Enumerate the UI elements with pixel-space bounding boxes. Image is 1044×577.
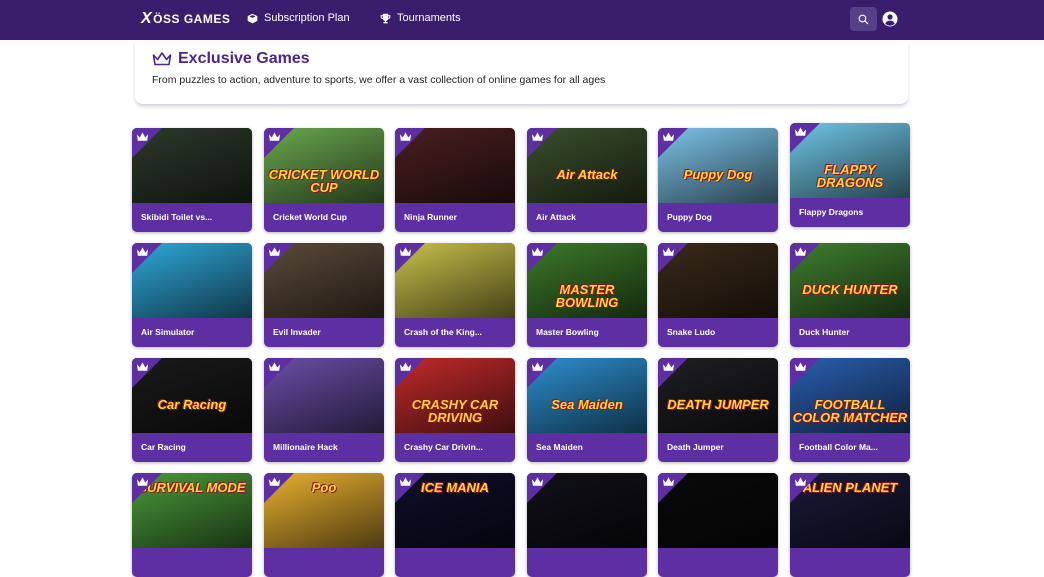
game-thumbnail-title: CRASHY CAR DRIVING <box>411 397 499 425</box>
game-card[interactable]: Evil Invader <box>264 243 384 347</box>
game-card[interactable]: DEATH JUMPER Death Jumper <box>658 358 778 462</box>
game-card[interactable]: MASTER BOWLING Master Bowling <box>527 243 647 347</box>
crown-icon <box>399 362 412 371</box>
game-thumbnail-title: DEATH JUMPER <box>667 397 769 412</box>
game-card[interactable]: CRASHY CAR DRIVING Crashy Car Drivin... <box>395 358 515 462</box>
crown-icon <box>136 132 149 141</box>
game-card[interactable]: ALIEN PLANET <box>790 473 910 577</box>
game-thumbnail-title: FOOTBALL COLOR MATCHER <box>792 397 908 425</box>
game-card[interactable]: Millionaire Hack <box>264 358 384 462</box>
crown-icon <box>136 247 149 256</box>
game-thumbnail-title: Sea Maiden <box>551 397 623 412</box>
game-thumbnail-title: DUCK HUNTER <box>802 282 898 297</box>
game-title: Puppy Dog <box>667 212 712 222</box>
game-card[interactable]: DUCK HUNTER Duck Hunter <box>790 243 910 347</box>
game-title: Flappy Dragons <box>799 207 864 217</box>
game-card[interactable]: ICE MANIA <box>395 473 515 577</box>
crown-icon <box>662 362 675 371</box>
crown-icon <box>794 127 807 136</box>
game-card[interactable]: Air Attack Air Attack <box>527 128 647 232</box>
crown-icon <box>399 477 412 486</box>
game-title: Football Color Ma... <box>799 442 878 452</box>
game-title: Air Attack <box>536 212 576 222</box>
game-title: Snake Ludo <box>667 327 716 337</box>
crown-icon <box>531 247 544 256</box>
game-card[interactable]: Snake Ludo <box>658 243 778 347</box>
crown-icon <box>268 477 281 486</box>
game-title: Evil Invader <box>273 327 321 337</box>
game-title: Millionaire Hack <box>273 442 338 452</box>
game-card[interactable]: Poo <box>264 473 384 577</box>
crown-icon <box>531 132 544 141</box>
crown-icon <box>662 477 675 486</box>
games-grid: Skibidi Toilet vs... CRICKET WORLD CUP Cri… <box>0 0 1044 577</box>
game-card[interactable]: Air Simulator <box>132 243 252 347</box>
game-title: Car Racing <box>141 442 186 452</box>
crown-icon <box>268 362 281 371</box>
game-title: Master Bowling <box>536 327 599 337</box>
game-title: Skibidi Toilet vs... <box>141 212 213 222</box>
game-card[interactable]: Ninja Runner <box>395 128 515 232</box>
crown-icon <box>399 247 412 256</box>
game-card[interactable]: Crash of the King... <box>395 243 515 347</box>
game-title: Duck Hunter <box>799 327 850 337</box>
game-card[interactable]: SURVIVAL MODE <box>132 473 252 577</box>
game-thumbnail-title: FLAPPY DRAGONS <box>816 162 884 190</box>
crown-icon <box>531 477 544 486</box>
game-thumbnail-title: Car Racing <box>157 397 227 412</box>
game-card[interactable]: Car Racing Car Racing <box>132 358 252 462</box>
crown-icon <box>136 477 149 486</box>
game-thumbnail-title: MASTER BOWLING <box>555 282 619 310</box>
game-card[interactable]: Puppy Dog Puppy Dog <box>658 128 778 232</box>
crown-icon <box>794 362 807 371</box>
game-card[interactable]: FOOTBALL COLOR MATCHER Football Color Ma.… <box>790 358 910 462</box>
game-card[interactable]: Sea Maiden Sea Maiden <box>527 358 647 462</box>
crown-icon <box>268 132 281 141</box>
crown-icon <box>662 132 675 141</box>
crown-icon <box>268 247 281 256</box>
game-thumbnail-title: Air Attack <box>556 167 618 182</box>
game-title: Sea Maiden <box>536 442 583 452</box>
game-card[interactable]: CRICKET WORLD CUP Cricket World Cup <box>264 128 384 232</box>
game-thumbnail-title: CRICKET WORLD CUP <box>268 167 380 195</box>
game-title: Cricket World Cup <box>273 212 347 222</box>
game-title: Air Simulator <box>141 327 195 337</box>
game-title: Death Jumper <box>667 442 724 452</box>
crown-icon <box>531 362 544 371</box>
game-title: Crashy Car Drivin... <box>404 442 483 452</box>
crown-icon <box>794 247 807 256</box>
game-card[interactable]: Skibidi Toilet vs... <box>132 128 252 232</box>
crown-icon <box>662 247 675 256</box>
crown-icon <box>136 362 149 371</box>
game-title: Ninja Runner <box>404 212 457 222</box>
game-thumbnail-title: Puppy Dog <box>683 167 753 182</box>
game-title: Crash of the King... <box>404 327 482 337</box>
crown-icon <box>399 132 412 141</box>
game-card[interactable] <box>527 473 647 577</box>
crown-icon <box>794 477 807 486</box>
game-card[interactable]: FLAPPY DRAGONS Flappy Dragons <box>790 123 910 227</box>
game-card[interactable] <box>658 473 778 577</box>
